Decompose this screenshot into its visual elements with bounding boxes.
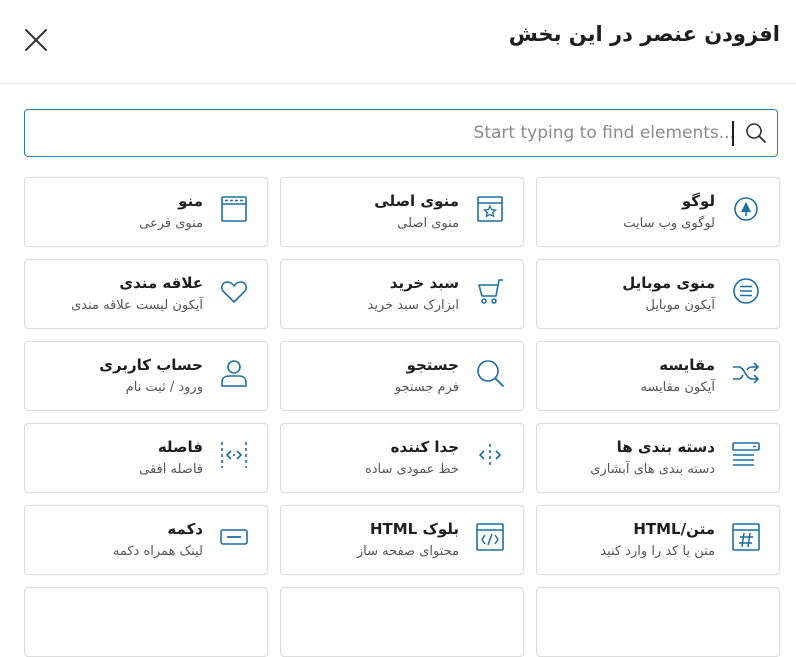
card-title: جدا کننده (390, 438, 459, 456)
search-icon (475, 358, 505, 388)
card-description: محتوای صفحه ساز (356, 544, 459, 559)
search-icon[interactable] (745, 122, 767, 144)
mobile-menu-icon (731, 276, 761, 306)
card-title: متن/HTML (633, 520, 715, 538)
element-card-divider[interactable]: جدا کننده خط عمودی ساده (280, 423, 524, 493)
element-card-partial[interactable] (280, 587, 524, 657)
html-block-icon (475, 522, 505, 552)
spacer-icon (219, 440, 249, 470)
button-icon (219, 522, 249, 552)
card-title: جستجو (406, 356, 459, 374)
card-title: علاقه مندی (119, 274, 203, 292)
card-title: لوگو (681, 192, 715, 210)
element-card-search[interactable]: جستجو فرم جستجو (280, 341, 524, 411)
element-card-spacer[interactable]: فاصله فاصله افقی (24, 423, 268, 493)
card-title: مقایسه (659, 356, 715, 374)
card-title: منوی موبایل (622, 274, 715, 292)
close-icon[interactable] (22, 26, 50, 54)
card-description: آیکون لیست علاقه مندی (71, 298, 203, 313)
card-title: دکمه (167, 520, 203, 538)
card-title: منو (178, 192, 203, 210)
menu-window-icon (219, 194, 249, 224)
element-card-main-menu[interactable]: منوی اصلی منوی اصلی (280, 177, 524, 247)
card-title: بلوک HTML (369, 520, 459, 538)
heart-icon (219, 276, 249, 306)
card-title: دسته بندی ها (616, 438, 715, 456)
card-description: منوی اصلی (397, 216, 459, 231)
card-description: ورود / ثبت نام (125, 380, 203, 395)
element-card-logo[interactable]: لوگو لوگوی وب سایت (536, 177, 780, 247)
card-title: سبد خرید (389, 274, 459, 292)
card-description: آیکون مقایسه (640, 380, 716, 395)
element-card-categories[interactable]: دسته بندی ها دسته بندی های آبشاری (536, 423, 780, 493)
card-description: لوگوی وب سایت (623, 216, 715, 231)
card-description: دسته بندی های آبشاری (590, 462, 715, 477)
dialog-header: افزودن عنصر در این بخش (0, 0, 796, 84)
element-card-partial[interactable] (24, 587, 268, 657)
text-caret (732, 121, 734, 146)
dialog-title: افزودن عنصر در این بخش (508, 22, 780, 46)
divider-icon (475, 440, 505, 470)
element-card-text-html[interactable]: متن/HTML متن یا کد را وارد کنید (536, 505, 780, 575)
element-card-html-block[interactable]: بلوک HTML محتوای صفحه ساز (280, 505, 524, 575)
element-card-button[interactable]: دکمه لینک همراه دکمه (24, 505, 268, 575)
card-title: منوی اصلی (374, 192, 459, 210)
card-description: ابزارک سبد خرید (367, 298, 459, 313)
search-box[interactable] (24, 109, 778, 157)
cart-icon (475, 276, 505, 306)
element-card-account[interactable]: حساب کاربری ورود / ثبت نام (24, 341, 268, 411)
element-card-menu[interactable]: منو منوی فرعی (24, 177, 268, 247)
card-title: فاصله (157, 438, 203, 456)
card-description: فاصله افقی (139, 462, 203, 477)
element-card-partial[interactable] (536, 587, 780, 657)
card-description: منوی فرعی (139, 216, 203, 231)
card-description: آیکون موبایل (645, 298, 715, 313)
search-input[interactable] (35, 110, 735, 156)
main-menu-icon (475, 194, 505, 224)
card-title: حساب کاربری (99, 356, 203, 374)
card-description: خط عمودی ساده (364, 462, 459, 477)
card-description: فرم جستجو (394, 380, 459, 395)
categories-icon (731, 440, 761, 470)
element-card-wishlist[interactable]: علاقه مندی آیکون لیست علاقه مندی (24, 259, 268, 329)
element-card-cart[interactable]: سبد خرید ابزارک سبد خرید (280, 259, 524, 329)
card-description: متن یا کد را وارد کنید (600, 544, 715, 559)
user-icon (219, 358, 249, 388)
element-card-mobile-menu[interactable]: منوی موبایل آیکون موبایل (536, 259, 780, 329)
compare-icon (731, 358, 761, 388)
text-html-icon (731, 522, 761, 552)
card-description: لینک همراه دکمه (112, 544, 203, 559)
element-card-compare[interactable]: مقایسه آیکون مقایسه (536, 341, 780, 411)
logo-icon (731, 194, 761, 224)
